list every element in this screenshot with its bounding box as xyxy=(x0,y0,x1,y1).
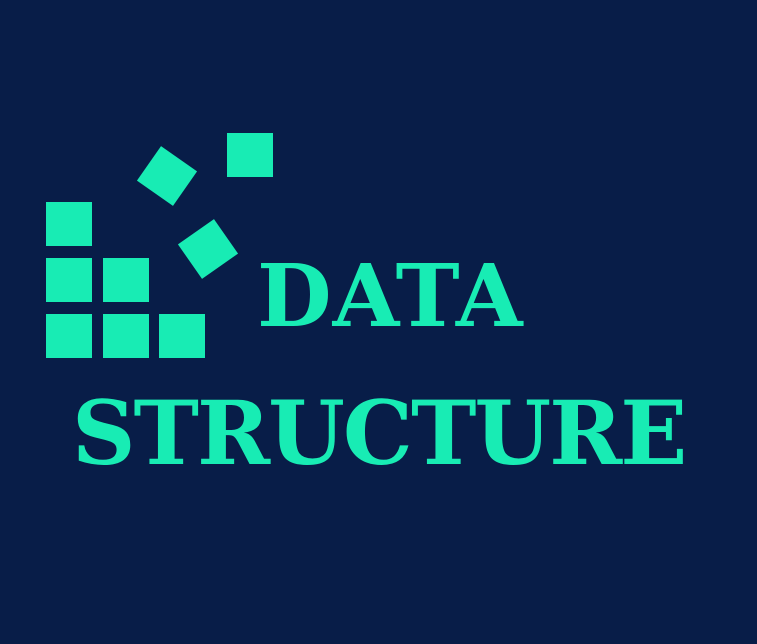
block-square xyxy=(103,314,149,358)
block-tilted xyxy=(177,219,239,279)
logo-title-data: DATA xyxy=(257,246,524,347)
block-square xyxy=(103,258,149,302)
logo-title-structure: STRUCTURE xyxy=(72,381,687,485)
block-square xyxy=(227,133,273,177)
block-square xyxy=(46,314,92,358)
block-square xyxy=(46,202,92,246)
block-square xyxy=(159,314,205,358)
block-square xyxy=(46,258,92,302)
block-tilted xyxy=(136,146,198,206)
logo-canvas: DATA STRUCTURE xyxy=(0,0,757,644)
